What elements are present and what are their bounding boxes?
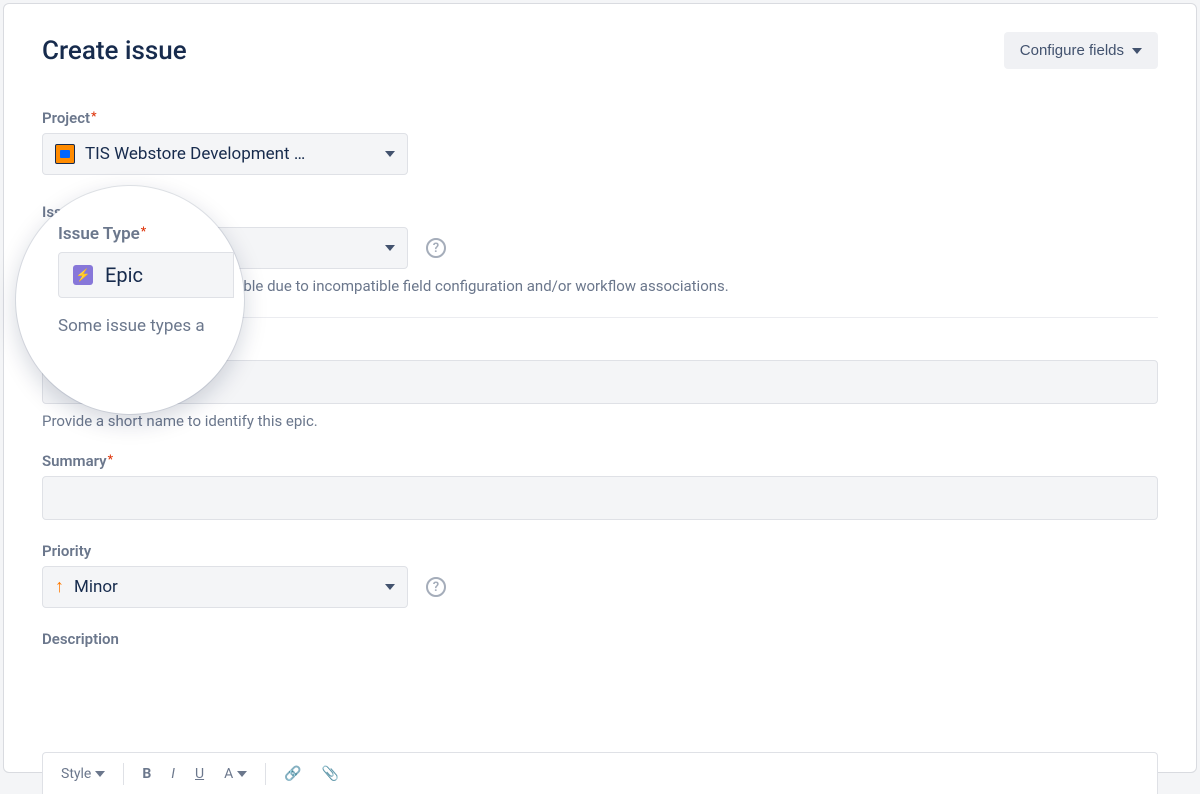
- priority-select[interactable]: ↑ Minor: [42, 566, 408, 608]
- epicname-field: Epic Name Provide a short name to identi…: [42, 336, 1158, 430]
- project-label: Project*: [42, 109, 1158, 127]
- link-button[interactable]: 🔗: [276, 762, 309, 786]
- italic-button[interactable]: I: [163, 762, 183, 786]
- attachment-button[interactable]: 📎: [314, 762, 347, 786]
- required-asterisk: *: [141, 224, 146, 238]
- description-field: Description: [42, 630, 1158, 648]
- dialog-frame: Create issue Configure fields Project* T…: [3, 3, 1197, 773]
- priority-value: Minor: [74, 577, 118, 597]
- required-asterisk: *: [108, 452, 113, 466]
- configure-fields-button[interactable]: Configure fields: [1004, 32, 1158, 69]
- text-color-button[interactable]: A: [216, 762, 255, 786]
- priority-field: Priority ↑ Minor ?: [42, 542, 1158, 608]
- chevron-down-icon: [385, 245, 395, 251]
- chevron-down-icon: [1132, 48, 1142, 54]
- issuetype-label: Issue Type*: [42, 203, 1158, 221]
- issuetype-value: Epic: [105, 263, 143, 287]
- epic-icon: ⚡: [73, 265, 93, 285]
- description-toolbar[interactable]: Style B I U A 🔗 📎: [42, 752, 1158, 794]
- priority-label: Priority: [42, 542, 1158, 560]
- project-avatar-icon: [55, 144, 75, 164]
- issuetype-select[interactable]: ⚡ Epic: [58, 252, 234, 298]
- page-title: Create issue: [42, 36, 187, 66]
- project-select[interactable]: TIS Webstore Development …: [42, 133, 408, 175]
- issuetype-note: Some issue types a: [58, 316, 234, 336]
- bold-button[interactable]: B: [134, 762, 159, 786]
- priority-arrow-icon: ↑: [55, 578, 64, 596]
- summary-input[interactable]: [42, 476, 1158, 520]
- summary-field: Summary*: [42, 452, 1158, 520]
- underline-button[interactable]: U: [187, 762, 212, 786]
- chevron-down-icon: [385, 584, 395, 590]
- epicname-label: Epic Name: [42, 336, 1158, 354]
- project-value: TIS Webstore Development …: [85, 144, 305, 164]
- description-label: Description: [42, 630, 1158, 648]
- epicname-input[interactable]: [42, 360, 1158, 404]
- toolbar-separator: [123, 763, 124, 785]
- chevron-down-icon: [385, 151, 395, 157]
- header-row: Create issue Configure fields: [42, 32, 1158, 69]
- toolbar-separator: [265, 763, 266, 785]
- summary-label: Summary*: [42, 452, 1158, 470]
- issuetype-label: Issue Type*: [58, 224, 234, 244]
- required-asterisk: *: [115, 203, 120, 217]
- help-icon[interactable]: ?: [426, 238, 446, 258]
- help-icon[interactable]: ?: [426, 577, 446, 597]
- project-field: Project* TIS Webstore Development …: [42, 109, 1158, 175]
- configure-fields-label: Configure fields: [1020, 42, 1124, 59]
- epicname-help: Provide a short name to identify this ep…: [42, 412, 1158, 430]
- required-asterisk: *: [91, 109, 96, 123]
- style-dropdown[interactable]: Style: [53, 762, 113, 786]
